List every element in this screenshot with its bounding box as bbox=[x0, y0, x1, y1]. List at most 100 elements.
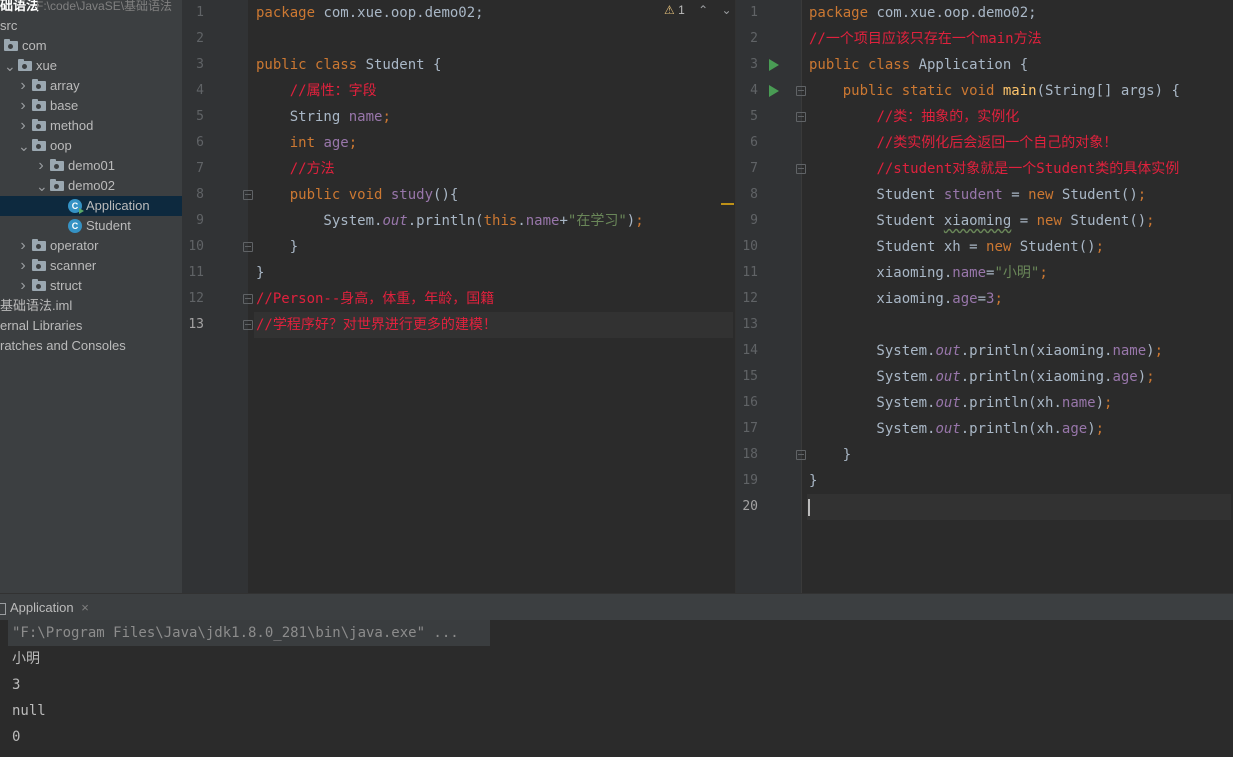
line-number: 15 bbox=[742, 369, 758, 384]
code-line[interactable]: //student对象就是一个Student类的具体实例 bbox=[809, 156, 1179, 182]
tree-item-demo02[interactable]: ⌄ demo02 bbox=[0, 176, 182, 196]
code-line[interactable]: xiaoming.age=3; bbox=[809, 286, 1002, 312]
chevron-right-icon[interactable]: › bbox=[18, 276, 28, 296]
tree-item-application[interactable]: C Application bbox=[0, 196, 182, 216]
code-line[interactable]: System.out.println(xiaoming.age); bbox=[809, 364, 1154, 390]
chevron-right-icon[interactable]: › bbox=[18, 256, 28, 276]
run-gutter-icon[interactable] bbox=[769, 59, 779, 71]
code-line[interactable]: //属性：字段 bbox=[256, 78, 377, 104]
chevron-right-icon[interactable]: › bbox=[18, 116, 28, 136]
fold-marker-icon[interactable] bbox=[796, 450, 806, 460]
tree-item-label: xue bbox=[36, 58, 57, 73]
code-line[interactable]: package com.xue.oop.demo02; bbox=[256, 0, 484, 26]
code-token: "小明" bbox=[994, 265, 1040, 281]
code-token: ; bbox=[348, 135, 358, 151]
line-number: 18 bbox=[742, 447, 758, 462]
tree-item-label: scanner bbox=[50, 258, 97, 273]
code-token: = bbox=[1011, 213, 1037, 229]
tree-item-src[interactable]: src bbox=[0, 16, 182, 36]
close-icon[interactable]: × bbox=[81, 600, 89, 615]
warning-count: 1 bbox=[678, 3, 685, 17]
line-number: 3 bbox=[750, 57, 758, 72]
fold-marker-icon[interactable] bbox=[243, 190, 253, 200]
code-line[interactable]: //Person--身高，体重，年龄，国籍 bbox=[256, 286, 494, 312]
code-line[interactable]: String name; bbox=[256, 104, 391, 130]
code-line[interactable]: Student xiaoming = new Student(); bbox=[809, 208, 1154, 234]
code-token: = bbox=[977, 291, 987, 307]
tree-item-array[interactable]: › array bbox=[0, 76, 182, 96]
code-line[interactable]: //学程序好？对世界进行更多的建模！ bbox=[256, 312, 497, 338]
code-line[interactable]: System.out.println(this.name+"在学习"); bbox=[256, 208, 644, 234]
code-line[interactable]: } bbox=[809, 468, 817, 494]
code-line[interactable]: } bbox=[256, 260, 264, 286]
code-line[interactable]: public class Student { bbox=[256, 52, 441, 78]
tree-item-struct[interactable]: › struct bbox=[0, 276, 182, 296]
project-tree: 础语法 F:\code\JavaSE\基础语法 src com ⌄ xue › array… bbox=[0, 0, 182, 593]
fold-marker-icon[interactable] bbox=[796, 112, 806, 122]
line-number: 7 bbox=[750, 161, 758, 176]
code-line[interactable]: Student xh = new Student(); bbox=[809, 234, 1104, 260]
project-header: 础语法 F:\code\JavaSE\基础语法 bbox=[0, 0, 182, 16]
code-line[interactable]: //类实例化后会返回一个自己的对象！ bbox=[809, 130, 1117, 156]
tree-item--iml[interactable]: 基础语法.iml bbox=[0, 296, 182, 316]
code-line[interactable]: xiaoming.name="小明"; bbox=[809, 260, 1047, 286]
chevron-right-icon[interactable]: › bbox=[18, 96, 28, 116]
code-token: //属性：字段 bbox=[289, 83, 377, 99]
package-folder-icon bbox=[32, 119, 46, 131]
run-tab[interactable]: Application × bbox=[0, 594, 89, 621]
fold-marker-icon[interactable] bbox=[243, 294, 253, 304]
code-line[interactable]: public class Application { bbox=[809, 52, 1028, 78]
code-line[interactable]: //一个项目应该只存在一个main方法 bbox=[809, 26, 1042, 52]
tree-item-operator[interactable]: › operator bbox=[0, 236, 182, 256]
code-line[interactable]: } bbox=[256, 234, 298, 260]
code-token: this bbox=[483, 213, 518, 229]
tree-item-xue[interactable]: ⌄ xue bbox=[0, 56, 182, 76]
code-line[interactable]: System.out.println(xh.name); bbox=[809, 390, 1112, 416]
line-number: 14 bbox=[742, 343, 758, 358]
code-token: xiaoming bbox=[943, 213, 1012, 229]
chevron-up-icon[interactable]: ⌃ bbox=[698, 3, 708, 17]
code-token: .println(xiaoming. bbox=[960, 343, 1113, 359]
tree-item-student[interactable]: C Student bbox=[0, 216, 182, 236]
tree-item-demo01[interactable]: › demo01 bbox=[0, 156, 182, 176]
code-token: ; bbox=[635, 213, 644, 229]
chevron-right-icon[interactable]: › bbox=[18, 76, 28, 96]
console-output[interactable]: "F:\Program Files\Java\jdk1.8.0_281\bin\… bbox=[0, 620, 1233, 757]
tree-item-ratches-and-consoles[interactable]: ratches and Consoles bbox=[0, 336, 182, 356]
tree-item-label: ratches and Consoles bbox=[0, 338, 126, 353]
code-line[interactable]: //方法 bbox=[256, 156, 335, 182]
fold-marker-icon[interactable] bbox=[796, 164, 806, 174]
code-line[interactable]: int age; bbox=[256, 130, 357, 156]
chevron-down-icon[interactable]: ⌄ bbox=[18, 136, 30, 156]
fold-marker-icon[interactable] bbox=[243, 320, 253, 330]
tree-item-base[interactable]: › base bbox=[0, 96, 182, 116]
code-line[interactable]: package com.xue.oop.demo02; bbox=[809, 0, 1037, 26]
fold-marker-icon[interactable] bbox=[796, 86, 806, 96]
tree-item-method[interactable]: › method bbox=[0, 116, 182, 136]
code-token: name bbox=[348, 109, 383, 125]
tree-item-ernal-libraries[interactable]: ernal Libraries bbox=[0, 316, 182, 336]
code-line[interactable]: public static void main(String[] args) { bbox=[809, 78, 1180, 104]
tree-item-com[interactable]: com bbox=[0, 36, 182, 56]
line-number: 4 bbox=[196, 83, 204, 98]
chevron-down-icon[interactable]: ⌄ bbox=[36, 176, 48, 196]
code-token: System. bbox=[809, 369, 936, 385]
tree-item-oop[interactable]: ⌄ oop bbox=[0, 136, 182, 156]
tree-item-scanner[interactable]: › scanner bbox=[0, 256, 182, 276]
code-line[interactable]: System.out.println(xiaoming.name); bbox=[809, 338, 1163, 364]
line-number: 6 bbox=[196, 135, 204, 150]
code-line[interactable]: System.out.println(xh.age); bbox=[809, 416, 1104, 442]
line-number: 11 bbox=[742, 265, 758, 280]
fold-marker-icon[interactable] bbox=[243, 242, 253, 252]
code-line[interactable]: public void study(){ bbox=[256, 182, 459, 208]
chevron-right-icon[interactable]: › bbox=[18, 236, 28, 256]
code-line[interactable]: //类：抽象的，实例化 bbox=[809, 104, 1019, 130]
run-gutter-icon[interactable] bbox=[769, 85, 779, 97]
chevron-right-icon[interactable]: › bbox=[36, 156, 46, 176]
chevron-down-icon[interactable]: ⌄ bbox=[4, 56, 16, 76]
code-token: new bbox=[1036, 213, 1071, 229]
code-line[interactable]: } bbox=[809, 442, 851, 468]
code-line[interactable]: Student student = new Student(); bbox=[809, 182, 1146, 208]
